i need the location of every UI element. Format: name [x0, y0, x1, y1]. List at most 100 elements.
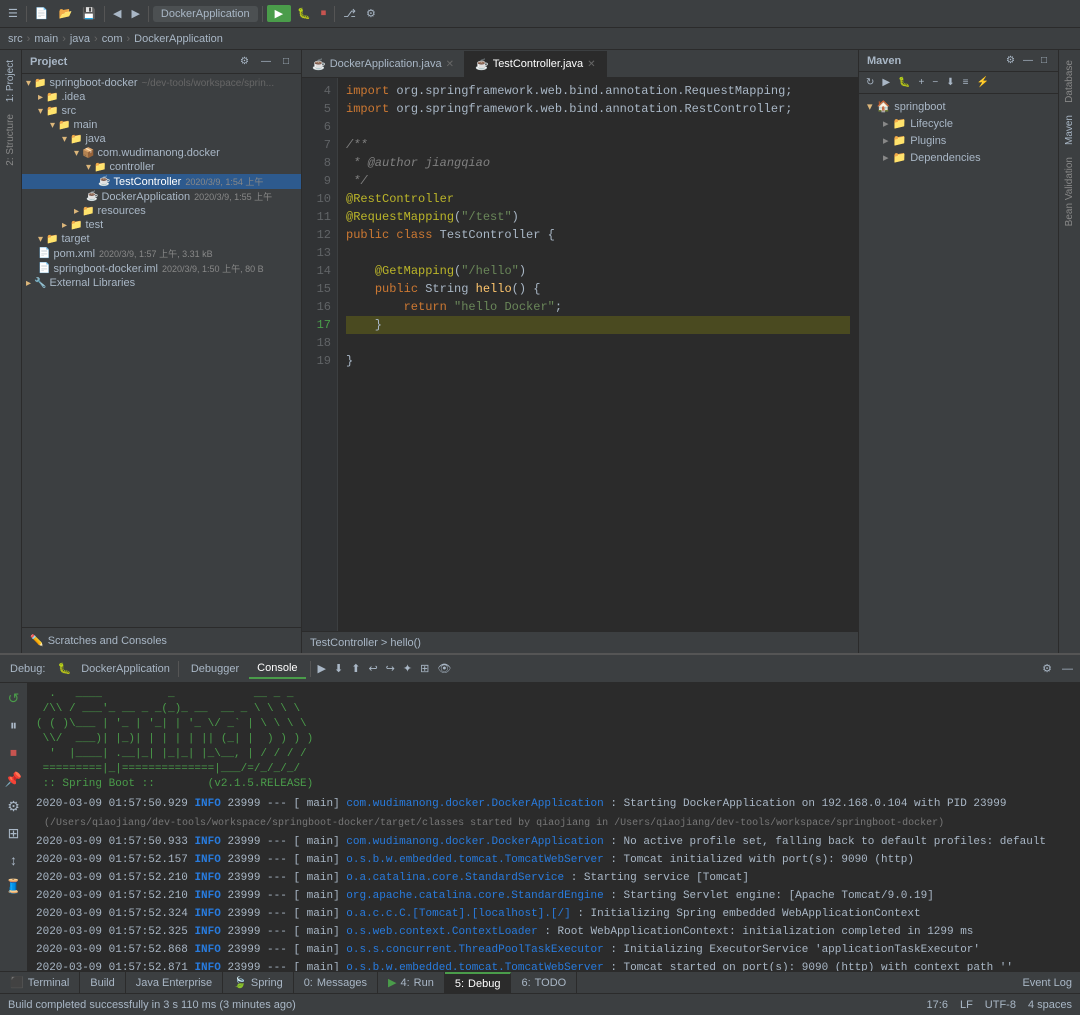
event-log-button[interactable]: Event Log — [1014, 977, 1080, 989]
console-output[interactable]: . ____ _ __ _ _ /\\ / ___'_ __ _ _(_)_ _… — [28, 683, 1080, 971]
spring-banner: . ____ _ __ _ _ /\\ / ___'_ __ _ _(_)_ _… — [36, 687, 1072, 792]
tree-target[interactable]: ▾ 📁 target — [22, 232, 301, 246]
project-minimize-icon[interactable]: — — [257, 54, 275, 69]
breadcrumb-item[interactable]: DockerApplication — [134, 33, 223, 45]
tree-iml[interactable]: 📄 springboot-docker.iml 2020/3/9, 1:50 上… — [22, 261, 301, 276]
tree-ext-libs[interactable]: ▸ 🔧 External Libraries — [22, 276, 301, 290]
debug-tab[interactable]: 5: Debug — [445, 972, 512, 994]
pause-icon[interactable]: ⏸ — [7, 714, 20, 737]
chevron-down-icon: ▾ — [38, 106, 43, 117]
maven-add-icon[interactable]: + — [916, 76, 928, 89]
scratches-consoles[interactable]: ✏️ Scratches and Consoles — [30, 632, 293, 649]
layout-icon[interactable]: ⊞ — [5, 822, 23, 845]
pin-icon[interactable]: 📌 — [2, 768, 25, 791]
separator — [310, 661, 311, 677]
tab-docker-application[interactable]: ☕ DockerApplication.java ✕ — [302, 51, 465, 77]
forward-button[interactable]: ▶ — [127, 5, 143, 22]
maven-reload-icon[interactable]: ↻ — [863, 76, 877, 89]
tree-main[interactable]: ▾ 📁 main — [22, 118, 301, 132]
open-button[interactable]: 📂 — [55, 5, 77, 22]
maven-plugins[interactable]: ▸ 📁 Plugins — [863, 132, 1054, 149]
maven-settings-icon[interactable]: ⚙ — [1003, 54, 1018, 67]
structure-vtab[interactable]: 2: Structure — [3, 108, 18, 172]
breadcrumb-item[interactable]: java — [70, 33, 90, 45]
maven-dependencies[interactable]: ▸ 📁 Dependencies — [863, 149, 1054, 166]
breadcrumb-item[interactable]: com — [102, 33, 123, 45]
spring-tab[interactable]: 🍃 Spring — [223, 972, 294, 994]
debug-left-toolbar: ↺ ⏸ ⏹ 📌 ⚙ ⊞ ↕ 🧵 — [0, 683, 28, 971]
project-selector[interactable]: DockerApplication — [153, 6, 258, 22]
maven-filter-icon[interactable]: ⚡ — [973, 76, 991, 89]
java-folder-icon: 📁 — [70, 134, 82, 145]
java-enterprise-tab[interactable]: Java Enterprise — [126, 972, 223, 994]
run-to-cursor-icon[interactable]: ↪ — [383, 660, 398, 677]
run-button[interactable]: ▶ — [267, 5, 291, 22]
tree-root[interactable]: ▾ 📁 springboot-docker ~/dev-tools/worksp… — [22, 76, 301, 90]
maven-lifecycle[interactable]: ▸ 📁 Lifecycle — [863, 115, 1054, 132]
close-icon[interactable]: ✕ — [587, 59, 595, 70]
tree-docker-app[interactable]: ☕ DockerApplication 2020/3/9, 1:55 上午 — [22, 189, 301, 204]
debug-button[interactable]: 🐛 — [293, 5, 315, 22]
tree-idea[interactable]: ▸ 📁 .idea — [22, 90, 301, 104]
maven-remove-icon[interactable]: − — [929, 76, 941, 89]
maven-run-icon[interactable]: ▶ — [879, 76, 893, 89]
back-button[interactable]: ◀ — [109, 5, 125, 22]
project-settings-icon[interactable]: ⚙ — [236, 54, 253, 69]
menu-button[interactable]: ☰ — [4, 5, 22, 22]
settings-button[interactable]: ⚙ — [362, 5, 380, 22]
tree-src[interactable]: ▾ 📁 src — [22, 104, 301, 118]
new-file-button[interactable]: 📄 — [31, 5, 53, 22]
debug-close-icon[interactable]: — — [1059, 661, 1076, 677]
console-tab[interactable]: Console — [249, 659, 305, 679]
chevron-right-icon: ▸ — [883, 134, 889, 147]
step-into-icon[interactable]: ⬆ — [348, 660, 363, 677]
tree-pom[interactable]: 📄 pom.xml 2020/3/9, 1:57 上午, 3.31 kB — [22, 246, 301, 261]
save-button[interactable]: 💾 — [78, 5, 100, 22]
bean-validation-vtab[interactable]: Bean Validation — [1062, 151, 1077, 232]
log-continuation: (/Users/qiaojiang/dev-tools/workspace/sp… — [36, 816, 1072, 832]
breadcrumb-item[interactable]: src — [8, 33, 23, 45]
tree-test-controller[interactable]: ☕ TestController 2020/3/9, 1:54 上午 — [22, 174, 301, 189]
resume-icon[interactable]: ▶ — [315, 660, 329, 677]
project-panel: Project ⚙ — □ ▾ 📁 springboot-docker ~/de… — [22, 50, 302, 653]
evaluate-icon[interactable]: ✦ — [400, 660, 415, 677]
thread-icon[interactable]: 🧵 — [2, 875, 25, 898]
tree-java[interactable]: ▾ 📁 java — [22, 132, 301, 146]
tree-package[interactable]: ▾ 📦 com.wudimanong.docker — [22, 146, 301, 160]
project-vtab[interactable]: 1: Project — [3, 54, 18, 108]
database-vtab[interactable]: Database — [1062, 54, 1077, 109]
code-line: public class TestController { — [346, 226, 850, 244]
tree-controller-folder[interactable]: ▾ 📁 controller — [22, 160, 301, 174]
settings-icon[interactable]: ⚙ — [4, 795, 23, 818]
maven-minimize-icon[interactable]: — — [1020, 54, 1036, 67]
maven-vtab[interactable]: Maven — [1062, 109, 1077, 151]
maven-expand-icon[interactable]: □ — [1038, 54, 1050, 67]
run-tab[interactable]: ▶ 4: Run — [378, 972, 445, 994]
terminal-tab[interactable]: ⬛ Terminal — [0, 972, 80, 994]
step-over-icon[interactable]: ⬇ — [331, 660, 346, 677]
build-tab[interactable]: Build — [80, 972, 125, 994]
code-line: @RequestMapping("/test") — [346, 208, 850, 226]
maven-download-icon[interactable]: ⬇ — [943, 76, 957, 89]
step-out-icon[interactable]: ↩ — [365, 660, 380, 677]
tab-test-controller[interactable]: ☕ TestController.java ✕ — [465, 51, 607, 77]
stop-button[interactable]: ⏹ — [317, 5, 331, 22]
messages-tab[interactable]: 0: Messages — [294, 972, 378, 994]
git-button[interactable]: ⎇ — [339, 5, 360, 22]
debug-settings-icon[interactable]: ⚙ — [1039, 660, 1055, 677]
tree-test[interactable]: ▸ 📁 test — [22, 218, 301, 232]
restart-icon[interactable]: ↺ — [5, 687, 23, 710]
breadcrumb-item[interactable]: main — [34, 33, 58, 45]
stop-icon[interactable]: ⏹ — [7, 741, 20, 764]
scroll-icon[interactable]: ↕ — [7, 849, 20, 871]
watch-icon[interactable]: 👁 — [434, 660, 454, 677]
frames-icon[interactable]: ⊞ — [417, 660, 432, 677]
close-icon[interactable]: ✕ — [446, 59, 454, 70]
code-editor[interactable]: import org.springframework.web.bind.anno… — [338, 78, 858, 631]
maven-more-icon[interactable]: ≡ — [960, 76, 972, 89]
maven-debug-icon[interactable]: 🐛 — [895, 76, 913, 89]
todo-tab[interactable]: 6: TODO — [511, 972, 577, 994]
tree-resources[interactable]: ▸ 📁 resources — [22, 204, 301, 218]
maven-root[interactable]: ▾ 🏠 springboot — [863, 98, 1054, 115]
project-expand-icon[interactable]: □ — [279, 54, 293, 69]
